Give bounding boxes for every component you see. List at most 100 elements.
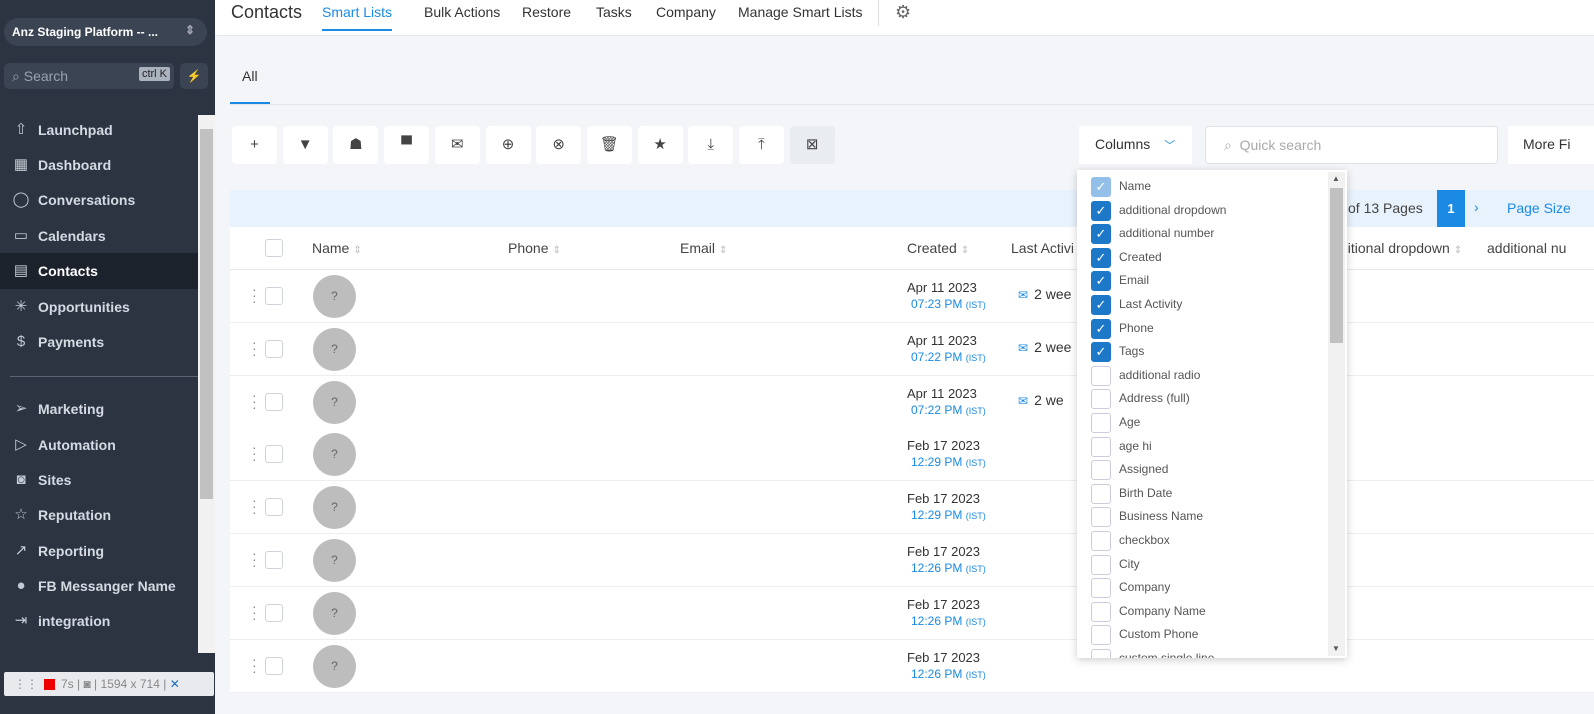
- row-checkbox[interactable]: [265, 287, 283, 305]
- drag-handle-icon[interactable]: · · ·: [252, 282, 257, 308]
- export-button[interactable]: ⤒: [739, 126, 784, 164]
- remove-tag-button[interactable]: ⊗: [536, 126, 582, 164]
- drag-handle-icon[interactable]: · · ·: [252, 652, 257, 678]
- sidebar-item-reputation[interactable]: ☆ Reputation: [0, 497, 198, 533]
- table-row[interactable]: · · ·? Feb 17 2023 12:26 PM (IST): [230, 534, 1594, 587]
- checkbox[interactable]: ✓: [1091, 318, 1111, 339]
- delete-button[interactable]: 🗑: [586, 126, 632, 164]
- sidebar-item-payments[interactable]: $ Payments: [0, 324, 198, 360]
- checkbox[interactable]: [1091, 483, 1111, 504]
- checkbox[interactable]: [1091, 554, 1111, 575]
- email-button[interactable]: ✉: [434, 126, 480, 164]
- checkbox[interactable]: [1091, 436, 1111, 457]
- tab-bulk-actions[interactable]: Bulk Actions: [424, 4, 500, 20]
- import-button[interactable]: ⤓: [688, 126, 734, 164]
- checkbox[interactable]: ✓: [1091, 200, 1111, 221]
- drag-handle-icon[interactable]: · · ·: [252, 440, 257, 466]
- checkbox[interactable]: ✓: [1091, 224, 1111, 245]
- org-switcher[interactable]: Anz Staging Platform -- ... ⇕: [4, 18, 207, 46]
- checkbox[interactable]: [1091, 531, 1111, 551]
- checkbox[interactable]: [1091, 389, 1111, 410]
- checkbox[interactable]: [1091, 507, 1111, 528]
- drag-handle-icon[interactable]: · · ·: [252, 546, 257, 572]
- sidebar-search[interactable]: ⌕ Search ctrl K: [4, 63, 174, 89]
- sidebar-item-reporting[interactable]: ↗ Reporting: [0, 533, 198, 569]
- table-row[interactable]: · · ·? Feb 17 2023 12:26 PM (IST): [230, 586, 1594, 640]
- sidebar-item-integration[interactable]: ⇥ integration: [0, 603, 198, 639]
- column-header[interactable]: additional nu: [1487, 240, 1566, 256]
- add-tag-button[interactable]: ⊕: [485, 126, 531, 164]
- tab-smart-lists[interactable]: Smart Lists: [322, 4, 393, 31]
- row-checkbox[interactable]: [265, 551, 283, 569]
- sort-icon[interactable]: ⇕: [353, 245, 361, 256]
- drag-handle-icon[interactable]: · · ·: [252, 335, 257, 361]
- sidebar-scrollbar[interactable]: [198, 115, 215, 653]
- star-button[interactable]: ★: [637, 126, 683, 164]
- sort-icon[interactable]: ⇕: [552, 245, 560, 256]
- robot-button[interactable]: ☗: [333, 126, 379, 164]
- next-page-icon[interactable]: ›: [1474, 199, 1479, 215]
- dropdown-scrollbar[interactable]: ▲ ▼: [1328, 172, 1345, 656]
- table-row[interactable]: · · ·? Feb 17 2023 12:26 PM (IST): [230, 639, 1594, 693]
- column-header[interactable]: Created ⇕: [907, 240, 969, 256]
- filter-button[interactable]: ▼: [282, 126, 328, 164]
- column-header[interactable]: Name ⇕: [312, 240, 362, 256]
- checkbox[interactable]: ✓: [1091, 247, 1111, 268]
- row-checkbox[interactable]: [265, 392, 283, 411]
- row-checkbox[interactable]: [265, 603, 283, 622]
- sidebar-item-calendars[interactable]: ▭ Calendars: [0, 218, 198, 254]
- sms-button[interactable]: ▀: [384, 126, 430, 164]
- select-all-checkbox[interactable]: [265, 239, 283, 257]
- sidebar-item-marketing[interactable]: ➢ Marketing: [0, 391, 198, 427]
- tab-all[interactable]: All: [230, 68, 270, 105]
- sidebar-item-sites[interactable]: ◙ Sites: [0, 462, 198, 498]
- drag-handle-icon[interactable]: · · ·: [252, 388, 257, 414]
- checkbox[interactable]: ✓: [1091, 177, 1111, 197]
- page-1-button[interactable]: 1: [1437, 190, 1465, 227]
- tab-company[interactable]: Company: [656, 4, 716, 20]
- drag-handle-icon[interactable]: · · ·: [252, 599, 257, 625]
- checkbox[interactable]: ✓: [1091, 342, 1111, 363]
- sort-icon[interactable]: ⇕: [719, 245, 727, 256]
- merge-button[interactable]: ⊠: [789, 126, 835, 164]
- page-size-select[interactable]: Page Size: [1507, 200, 1571, 216]
- sort-icon[interactable]: ⇕: [1454, 245, 1462, 256]
- table-row[interactable]: · · ·? Apr 11 2023 07:22 PM (IST) ✉ 2 we: [230, 375, 1594, 429]
- sidebar-item-contacts[interactable]: ▤ Contacts: [0, 253, 198, 289]
- checkbox[interactable]: [1091, 413, 1111, 433]
- column-header[interactable]: Phone ⇕: [508, 240, 561, 256]
- row-checkbox[interactable]: [265, 339, 283, 358]
- sidebar-item-conversations[interactable]: ◯ Conversations: [0, 182, 198, 218]
- checkbox[interactable]: ✓: [1091, 271, 1111, 292]
- row-checkbox[interactable]: [265, 498, 283, 517]
- table-row[interactable]: · · ·? Feb 17 2023 12:29 PM (IST): [230, 481, 1594, 535]
- more-filters-button[interactable]: More Fi: [1508, 126, 1594, 164]
- tab-restore[interactable]: Restore: [522, 4, 571, 20]
- columns-button[interactable]: Columns ﹀: [1079, 126, 1192, 164]
- table-row[interactable]: · · ·? Apr 11 2023 07:23 PM (IST) ✉ 2 wee: [230, 270, 1594, 323]
- sidebar-item-opportunities[interactable]: ✳ Opportunities: [0, 289, 198, 325]
- column-header[interactable]: ditional dropdown ⇕: [1340, 240, 1462, 256]
- quick-search-input[interactable]: ⌕ Quick search: [1205, 126, 1498, 164]
- tab-tasks[interactable]: Tasks: [596, 4, 632, 20]
- table-row[interactable]: · · ·? Feb 17 2023 12:29 PM (IST): [230, 428, 1594, 482]
- checkbox[interactable]: [1091, 625, 1111, 646]
- checkbox[interactable]: [1091, 649, 1111, 658]
- checkbox[interactable]: [1091, 601, 1111, 622]
- sidebar-item-launchpad[interactable]: ⇧ Launchpad: [0, 112, 198, 148]
- sidebar-item-dashboard[interactable]: ▦ Dashboard: [0, 147, 198, 183]
- row-checkbox[interactable]: [265, 656, 283, 675]
- column-header[interactable]: Email ⇕: [680, 240, 727, 256]
- checkbox[interactable]: [1091, 365, 1111, 386]
- row-checkbox[interactable]: [265, 445, 283, 464]
- column-header[interactable]: Last Activi: [1011, 240, 1074, 256]
- table-row[interactable]: · · ·? Apr 11 2023 07:22 PM (IST) ✉ 2 wee: [230, 322, 1594, 376]
- sidebar-item-automation[interactable]: ▷ Automation: [0, 427, 198, 463]
- sort-icon[interactable]: ⇕: [961, 245, 969, 256]
- checkbox[interactable]: [1091, 578, 1111, 599]
- checkbox[interactable]: ✓: [1091, 295, 1111, 315]
- tab-manage-smart-lists[interactable]: Manage Smart Lists: [738, 4, 863, 20]
- drag-handle-icon[interactable]: · · ·: [252, 493, 257, 519]
- gear-icon[interactable]: ⚙: [895, 2, 911, 23]
- stop-record-button[interactable]: [44, 679, 55, 691]
